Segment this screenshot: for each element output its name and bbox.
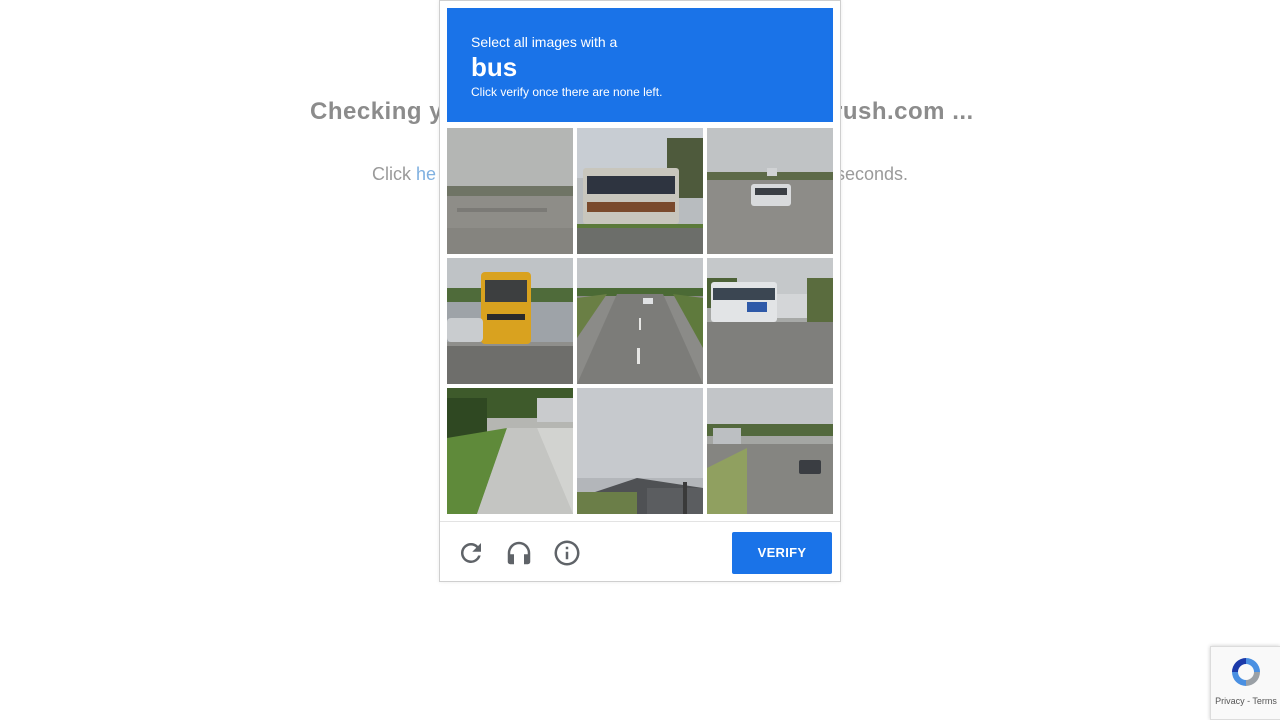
image-tile-4[interactable] bbox=[447, 258, 573, 384]
image-grid bbox=[447, 128, 833, 514]
heading-right-text: rush.com ... bbox=[833, 98, 974, 125]
captcha-header: Select all images with a bus Click verif… bbox=[447, 8, 833, 122]
image-tile-1[interactable] bbox=[447, 128, 573, 254]
image-tile-6[interactable] bbox=[707, 258, 833, 384]
subtext-right: seconds. bbox=[836, 164, 909, 184]
subtext-left: Click he bbox=[372, 164, 436, 185]
captcha-dialog: Select all images with a bus Click verif… bbox=[439, 0, 841, 582]
badge-links[interactable]: Privacy - Terms bbox=[1211, 696, 1280, 706]
image-tile-5[interactable] bbox=[577, 258, 703, 384]
info-icon[interactable] bbox=[552, 538, 582, 568]
subtext-prefix: Click bbox=[372, 164, 416, 184]
image-tile-9[interactable] bbox=[707, 388, 833, 514]
captcha-note: Click verify once there are none left. bbox=[471, 85, 663, 99]
image-tile-2[interactable] bbox=[577, 128, 703, 254]
recaptcha-logo-icon bbox=[1229, 655, 1263, 689]
captcha-target: bus bbox=[471, 52, 518, 82]
here-link[interactable]: he bbox=[416, 164, 436, 184]
recaptcha-badge[interactable]: Privacy - Terms bbox=[1210, 646, 1280, 720]
image-tile-3[interactable] bbox=[707, 128, 833, 254]
heading-left-text: Checking y bbox=[310, 98, 444, 125]
image-tile-8[interactable] bbox=[577, 388, 703, 514]
captcha-instruction: Select all images with a bbox=[471, 34, 618, 50]
headphones-icon[interactable] bbox=[504, 538, 534, 568]
image-tile-7[interactable] bbox=[447, 388, 573, 514]
page: Checking y rush.com ... Click he seconds… bbox=[0, 0, 1280, 720]
verify-button[interactable]: VERIFY bbox=[732, 532, 832, 574]
reload-icon[interactable] bbox=[456, 538, 486, 568]
captcha-footer: VERIFY bbox=[440, 521, 840, 582]
